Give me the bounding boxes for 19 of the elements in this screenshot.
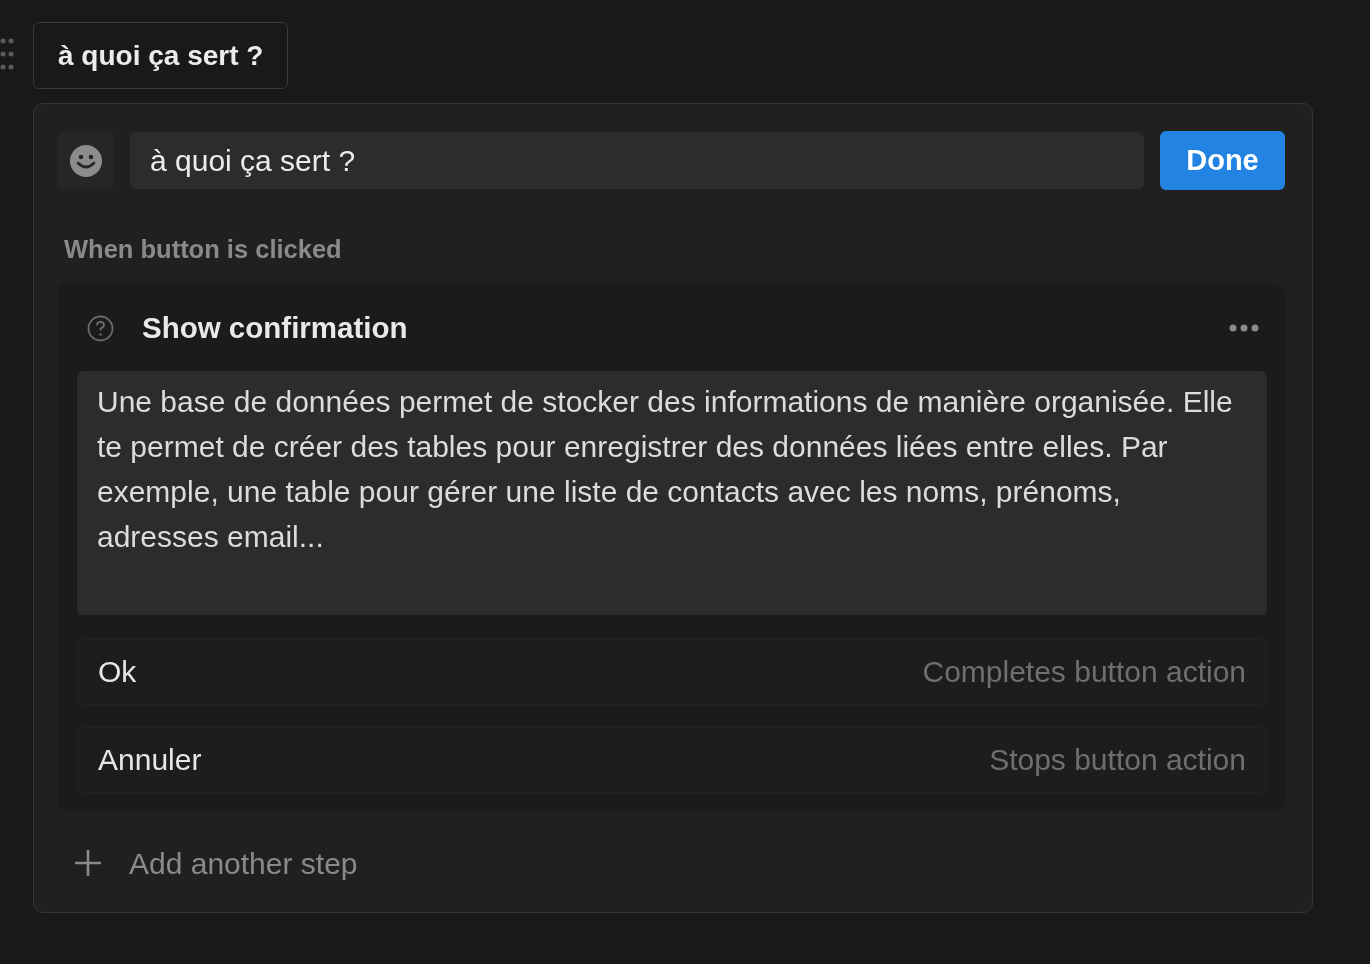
option-hint: Completes button action [922,654,1246,690]
help-icon[interactable] [87,314,114,342]
done-button[interactable]: Done [1160,131,1285,190]
name-field[interactable]: à quoi ça sert ? [130,132,1144,189]
option-hint: Stops button action [989,742,1246,778]
smiley-icon [68,143,103,178]
drag-handle-icon[interactable] [0,38,14,70]
option-label: Ok [98,654,137,690]
more-options-icon[interactable] [1229,324,1259,333]
add-step-button[interactable]: Add another step [73,840,358,886]
option-row[interactable]: Annuler Stops button action [77,726,1267,793]
step-title: Show confirmation [142,310,408,347]
option-label: Annuler [98,742,202,778]
option-row[interactable]: Ok Completes button action [77,638,1267,705]
page-button[interactable]: à quoi ça sert ? [33,22,289,89]
message-field[interactable]: Une base de données permet de stocker des informations de manière organisée. Elle te permet de créer des tables pour enregistrer des données liées entre elles. Par exemple, une table pour gérer une liste de contacts avec les noms, prénoms, adresses email... [77,370,1267,615]
emoji-picker-button[interactable] [57,132,114,189]
plus-icon [73,848,103,878]
section-label: When button is clicked [64,234,343,265]
